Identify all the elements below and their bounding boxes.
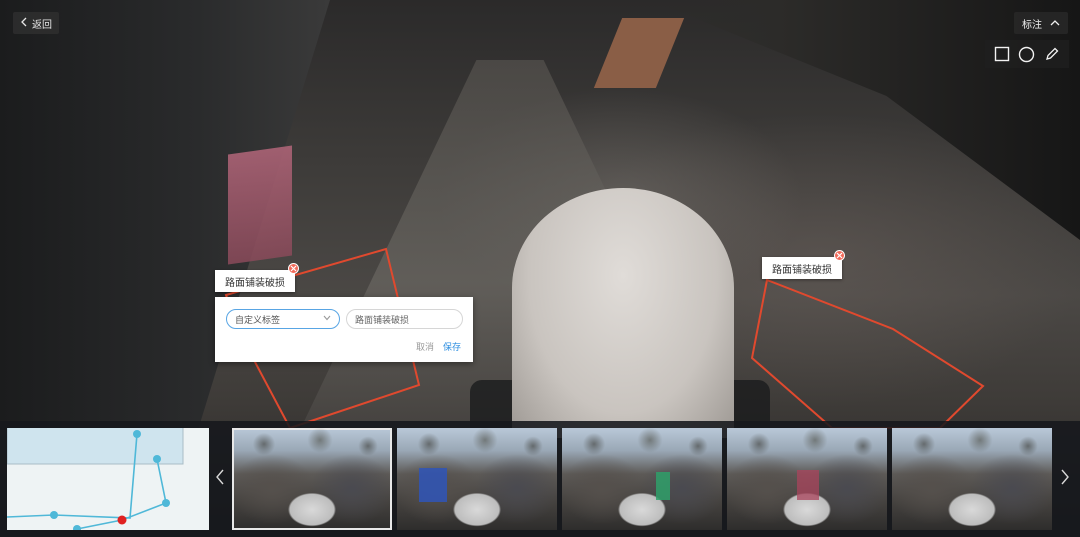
thumbnail-image	[232, 428, 392, 468]
delete-annotation-1-close-icon[interactable]	[288, 263, 299, 274]
category-select[interactable]: 自定义标签	[226, 309, 340, 329]
save-button[interactable]: 保存	[443, 340, 461, 353]
annotation-label-2[interactable]: 路面铺装破损	[762, 257, 842, 279]
annotate-toggle[interactable]: 标注	[1014, 12, 1068, 34]
thumbnail-image	[892, 428, 1052, 468]
thumbnail-image	[397, 428, 557, 468]
annotation-label-text: 路面铺装破损	[225, 277, 285, 289]
current-position-marker	[117, 515, 127, 525]
annotate-label: 标注	[1022, 19, 1042, 31]
panorama-thumbnail-3[interactable]	[562, 428, 722, 530]
filmstrip-next-button[interactable]	[1054, 421, 1076, 537]
annotation-edit-popup: 自定义标签 取消 保存	[215, 297, 473, 362]
back-label: 返回	[32, 19, 52, 31]
thumbnail-image	[727, 428, 887, 468]
filmstrip-prev-button[interactable]	[209, 421, 231, 537]
pen-tool-icon[interactable]	[1041, 43, 1063, 65]
route-map-graphic	[7, 428, 209, 530]
drawing-toolbar	[985, 40, 1069, 68]
annotation-label-1[interactable]: 路面铺装破损	[215, 270, 295, 292]
route-minimap[interactable]	[7, 428, 209, 530]
thumbnail-image	[562, 428, 722, 468]
delete-annotation-2-close-icon[interactable]	[834, 250, 845, 261]
cancel-button[interactable]: 取消	[416, 340, 434, 353]
panorama-thumbnail-1[interactable]	[232, 428, 392, 530]
annotation-name-input[interactable]	[346, 309, 463, 329]
route-point	[133, 430, 141, 438]
route-point	[153, 455, 161, 463]
route-point	[50, 511, 58, 519]
route-point	[162, 499, 170, 507]
circle-tool-icon[interactable]	[1016, 43, 1038, 65]
panorama-thumbnail-5[interactable]	[892, 428, 1052, 530]
back-button[interactable]: 返回	[13, 12, 59, 34]
annotation-label-text: 路面铺装破损	[772, 264, 832, 276]
panorama-thumbnail-4[interactable]	[727, 428, 887, 530]
panorama-thumbnail-2[interactable]	[397, 428, 557, 530]
chevron-right-icon	[1060, 469, 1070, 489]
chevron-left-icon	[215, 469, 225, 489]
rectangle-tool-icon[interactable]	[991, 43, 1013, 65]
annotation-polygon-2[interactable]	[750, 278, 985, 429]
category-select-value: 自定义标签	[235, 315, 281, 326]
chevron-up-icon	[1050, 18, 1060, 29]
popup-actions: 取消 保存	[416, 340, 461, 353]
chevron-left-icon	[20, 17, 28, 30]
bottom-filmstrip	[0, 421, 1080, 537]
chevron-down-icon	[323, 314, 331, 324]
